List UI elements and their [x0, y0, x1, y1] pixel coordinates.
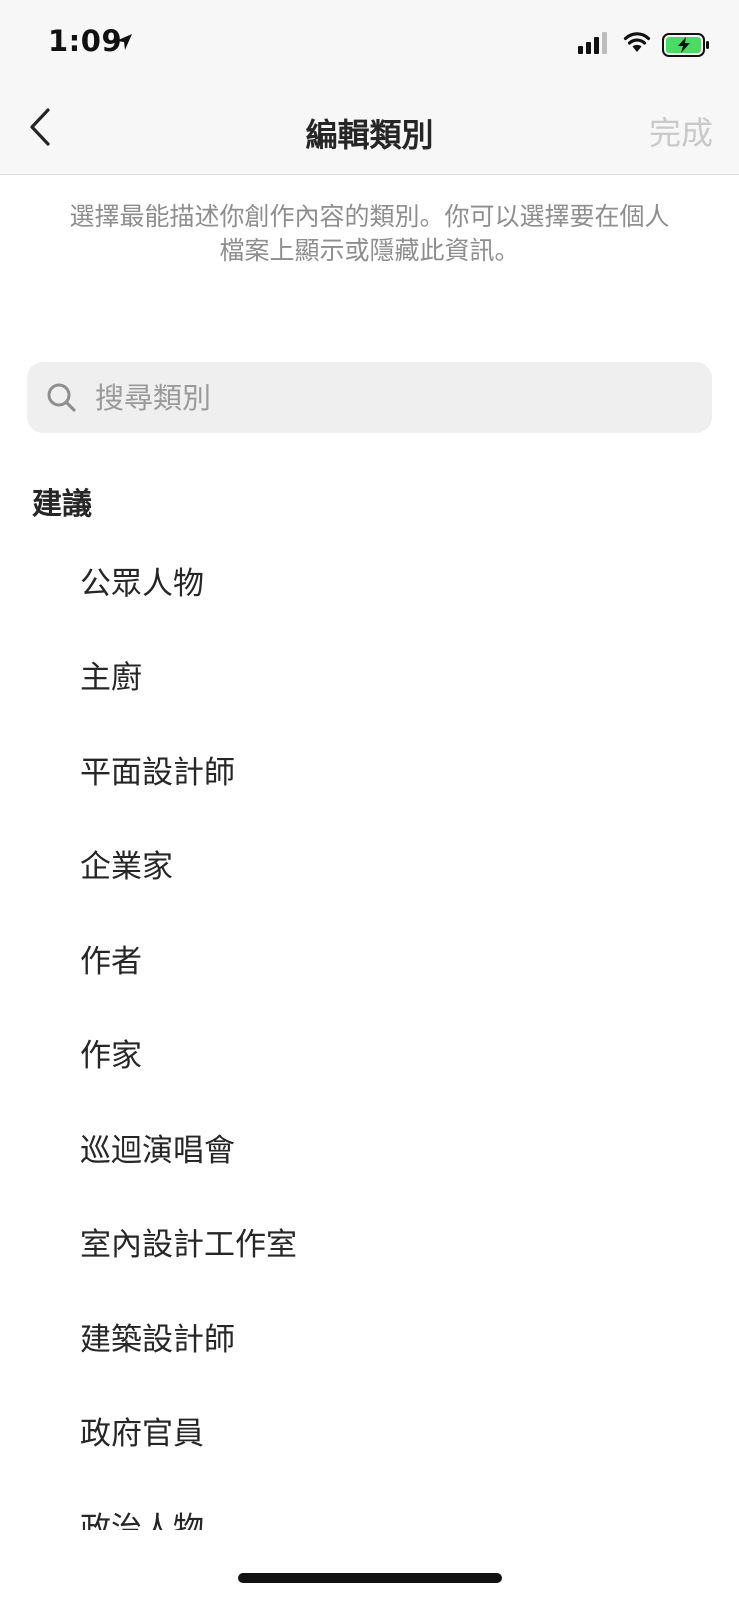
category-item[interactable]: 建築設計師: [0, 1289, 739, 1384]
category-item[interactable]: 巡迴演唱會: [0, 1100, 739, 1195]
section-header-suggested: 建議: [32, 487, 92, 522]
wifi-icon: [623, 32, 651, 52]
magnifier-icon: [47, 383, 76, 412]
status-bar: 1:09: [0, 0, 739, 90]
category-item[interactable]: 主廚: [0, 628, 739, 723]
category-item[interactable]: 政府官員: [0, 1384, 739, 1479]
category-item[interactable]: 企業家: [0, 817, 739, 912]
page-title: 編輯類別: [305, 116, 434, 154]
category-item[interactable]: 作家: [0, 1006, 739, 1101]
category-item[interactable]: 室內設計工作室: [0, 1195, 739, 1290]
battery-charging-icon: [662, 33, 709, 57]
category-item[interactable]: 公眾人物: [0, 533, 739, 628]
location-arrow-icon: [116, 34, 132, 50]
status-time: 1:09: [48, 24, 123, 58]
category-item[interactable]: 政治人物: [0, 1478, 739, 1530]
category-item[interactable]: 作者: [0, 911, 739, 1006]
category-list: 公眾人物 主廚 平面設計師 企業家 作者 作家 巡迴演唱會 室內設計工作室 建築…: [0, 533, 739, 1530]
category-item[interactable]: 平面設計師: [0, 722, 739, 817]
search-input[interactable]: [95, 362, 695, 433]
home-indicator: [238, 1573, 502, 1583]
cellular-signal-icon: [578, 32, 607, 54]
search-bar[interactable]: [27, 362, 712, 433]
done-button[interactable]: 完成: [649, 108, 713, 154]
description-text: 選擇最能描述你創作內容的類別。你可以選擇要在個人檔案上顯示或隱藏此資訊。: [69, 202, 670, 265]
navigation-bar: 編輯類別 完成: [0, 90, 739, 175]
